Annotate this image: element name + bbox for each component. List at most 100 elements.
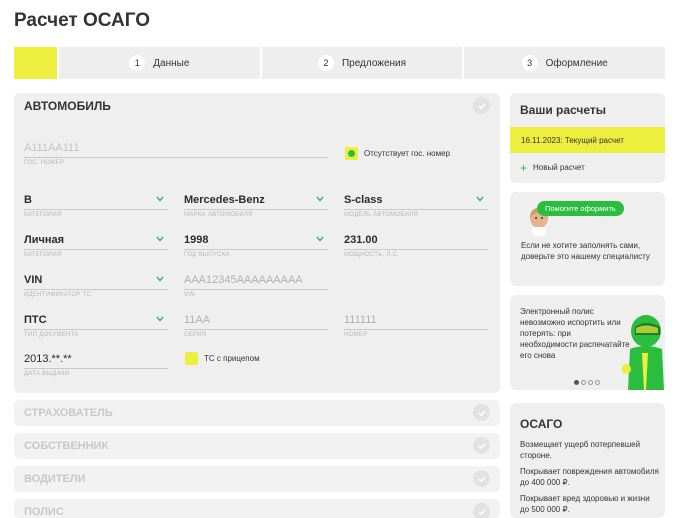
issue-date-label: ДАТА ВЫДАЧИ [24, 371, 70, 377]
usage-select[interactable]: Личная КАТЕГОРИЯ [24, 233, 168, 258]
promo-card: Электронный полис невозможно испортить и… [510, 295, 665, 390]
chevron-down-icon [156, 276, 164, 282]
new-calculation-label: Новый расчет [533, 163, 585, 172]
section-policy[interactable]: ПОЛИС [14, 499, 500, 518]
issue-date-input[interactable]: 2013.**.** ДАТА ВЫДАЧИ [24, 352, 168, 377]
carousel-dot[interactable] [595, 380, 600, 385]
calculations-card: Ваши расчеты 16.11.2023: Текущий расчет … [510, 93, 665, 183]
id-type-label: ИДЕНТИФИКАТОР ТС [24, 292, 92, 298]
number-value[interactable]: 111111 [344, 313, 488, 328]
section-drivers[interactable]: ВОДИТЕЛИ [14, 466, 500, 492]
osago-title: ОСАГО [520, 417, 563, 431]
id-type-select[interactable]: VIN ИДЕНТИФИКАТОР ТС [24, 273, 168, 298]
car-section: АВТОМОБИЛЬ А111АА111 ГОС. НОМЕР Отсутств… [14, 93, 500, 393]
trailer-label: ТС с прицепом [204, 354, 260, 363]
chevron-down-icon [156, 196, 164, 202]
step-number: 1 [129, 55, 146, 71]
carousel-dots [574, 380, 600, 385]
step-label: Оформление [545, 57, 608, 69]
brand-select[interactable]: Mercedes-Benz МАРКА АВТОМОБИЛЯ [184, 193, 328, 218]
section-title: СТРАХОВАТЕЛЬ [24, 407, 113, 419]
series-label: СЕРИЯ [184, 332, 207, 338]
section-check-icon [473, 404, 490, 421]
checkbox-box[interactable] [345, 147, 358, 160]
carousel-dot[interactable] [581, 380, 586, 385]
year-select[interactable]: 1998 ГОД ВЫПУСКА [184, 233, 328, 258]
help-me-button[interactable]: Помогите оформить [537, 201, 624, 216]
power-value[interactable]: 231.00 [344, 233, 488, 248]
chevron-down-icon [316, 196, 324, 202]
section-title: ПОЛИС [24, 506, 64, 518]
osago-item: Покрывает повреждения автомобиля до 400 … [520, 467, 659, 487]
number-input[interactable]: 111111 НОМЕР [344, 313, 488, 338]
year-label: ГОД ВЫПУСКА [184, 252, 230, 258]
section-check-icon [473, 437, 490, 454]
step-number: 3 [521, 55, 538, 71]
help-card: Помогите оформить Если не хотите заполня… [510, 192, 665, 286]
new-calculation-button[interactable]: + Новый расчет [520, 160, 585, 175]
mascot-illustration [622, 315, 664, 390]
no-plate-checkbox[interactable]: Отсутствует гос. номер [345, 147, 450, 160]
section-owner[interactable]: СОБСТВЕННИК [14, 433, 500, 459]
plate-input[interactable]: А111АА111 [24, 141, 328, 156]
plus-icon: + [520, 160, 528, 175]
model-label: МОДЕЛЬ АВТОМОБИЛЯ [344, 212, 419, 218]
promo-text: Электронный полис невозможно испортить и… [520, 307, 630, 360]
help-text: Если не хотите заполнять сами, доверьте … [521, 241, 650, 261]
vin-input[interactable]: AAA12345AAAAAAAAA VIN [184, 273, 328, 298]
section-check-icon [473, 97, 490, 114]
vin-value[interactable]: AAA12345AAAAAAAAA [184, 273, 328, 288]
no-plate-label: Отсутствует гос. номер [364, 149, 450, 158]
power-input[interactable]: 231.00 МОЩНОСТЬ, Л.С. [344, 233, 488, 258]
number-label: НОМЕР [344, 332, 368, 338]
step-label: Данные [153, 57, 190, 69]
model-value: S-class [344, 194, 383, 206]
osago-item: Покрывает вред здоровью и жизни до 500 0… [520, 494, 650, 514]
trailer-checkbox[interactable]: ТС с прицепом [185, 352, 260, 365]
model-select[interactable]: S-class МОДЕЛЬ АВТОМОБИЛЯ [344, 193, 488, 218]
brand-label: МАРКА АВТОМОБИЛЯ [184, 212, 253, 218]
section-check-icon [473, 503, 490, 518]
category-select[interactable]: B КАТЕГОРИЯ [24, 193, 168, 218]
doc-type-select[interactable]: ПТС ТИП ДОКУМЕНТА [24, 313, 168, 338]
plate-label: ГОС. НОМЕР [24, 160, 65, 166]
checkbox-box[interactable] [185, 352, 198, 365]
id-type-value: VIN [24, 274, 43, 286]
doc-type-value: ПТС [24, 314, 47, 326]
carousel-dot[interactable] [574, 380, 579, 385]
plate-field[interactable]: А111АА111 ГОС. НОМЕР [24, 141, 328, 166]
series-input[interactable]: 11АА СЕРИЯ [184, 313, 328, 338]
carousel-dot[interactable] [588, 380, 593, 385]
doc-type-label: ТИП ДОКУМЕНТА [24, 332, 79, 338]
osago-info-card: ОСАГО Возмещает ущерб потерпевшей сторон… [510, 403, 665, 518]
category-value: B [24, 194, 32, 206]
calculations-title: Ваши расчеты [520, 103, 607, 117]
chevron-down-icon [156, 236, 164, 242]
issue-date-value[interactable]: 2013.**.** [24, 352, 168, 367]
step-label: Предложения [341, 57, 407, 69]
car-section-title: АВТОМОБИЛЬ [24, 99, 111, 113]
step-checkout[interactable]: 3 Оформление [462, 47, 665, 79]
brand-value: Mercedes-Benz [184, 194, 265, 206]
chevron-down-icon [156, 316, 164, 322]
usage-label: КАТЕГОРИЯ [24, 252, 62, 258]
chevron-down-icon [476, 196, 484, 202]
osago-item: Возмещает ущерб потерпевшей стороне. [520, 440, 641, 460]
series-value[interactable]: 11АА [184, 313, 328, 328]
stepper: 1 Данные 2 Предложения 3 Оформление [14, 47, 665, 79]
section-insurer[interactable]: СТРАХОВАТЕЛЬ [14, 400, 500, 426]
section-check-icon [473, 470, 490, 487]
power-label: МОЩНОСТЬ, Л.С. [344, 252, 400, 258]
step-data[interactable]: 1 Данные [57, 47, 260, 79]
chevron-down-icon [316, 236, 324, 242]
section-title: СОБСТВЕННИК [24, 440, 109, 452]
year-value: 1998 [184, 234, 209, 246]
step-offers[interactable]: 2 Предложения [259, 47, 463, 79]
step-number: 2 [317, 55, 334, 71]
category-label: КАТЕГОРИЯ [24, 212, 62, 218]
vin-label: VIN [184, 292, 195, 298]
usage-value: Личная [24, 234, 65, 246]
current-calculation[interactable]: 16.11.2023: Текущий расчет [510, 127, 665, 153]
page-title: Расчет ОСАГО [14, 10, 151, 31]
section-title: ВОДИТЕЛИ [24, 473, 86, 485]
